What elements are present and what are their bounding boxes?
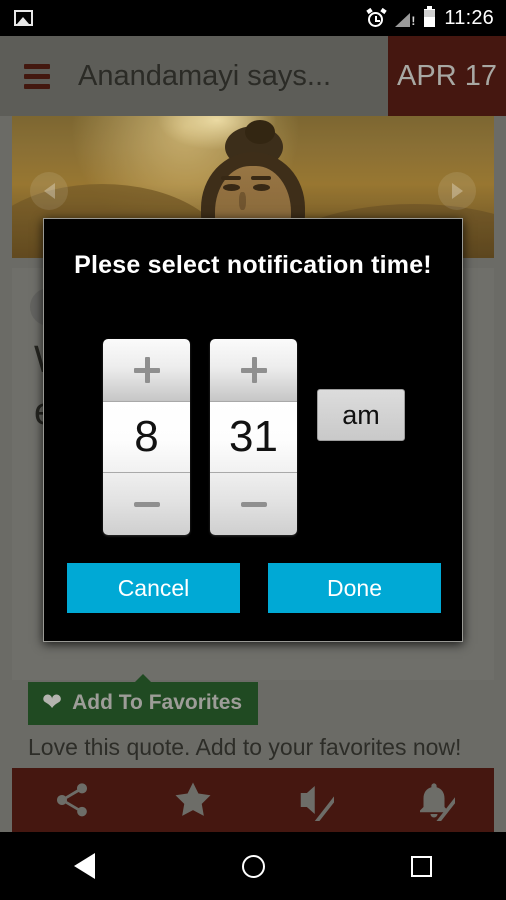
time-picker: 8 31 am <box>44 339 464 535</box>
home-circle-icon <box>241 854 265 878</box>
recents-square-icon <box>411 855 433 877</box>
signal-warning-icon: ! <box>395 10 415 27</box>
nav-recents-button[interactable] <box>337 855 506 877</box>
hour-value[interactable]: 8 <box>103 402 190 472</box>
minute-value[interactable]: 31 <box>210 402 297 472</box>
plus-icon <box>239 355 269 385</box>
done-button[interactable]: Done <box>268 563 441 613</box>
hour-spinner: 8 <box>103 339 190 535</box>
plus-icon <box>132 355 162 385</box>
hour-decrement-button[interactable] <box>103 472 190 535</box>
hour-increment-button[interactable] <box>103 339 190 402</box>
battery-icon <box>424 6 436 27</box>
android-nav-bar <box>0 832 506 900</box>
status-bar-left <box>0 10 33 26</box>
minute-increment-button[interactable] <box>210 339 297 402</box>
cancel-button[interactable]: Cancel <box>67 563 240 613</box>
back-triangle-icon <box>73 853 95 879</box>
alarm-icon <box>366 7 388 28</box>
minus-icon <box>133 501 160 507</box>
phone-screen: ! 11:26 Anandamayi says... APR 17 ❤ Add … <box>0 0 506 900</box>
minute-spinner: 31 <box>210 339 297 535</box>
dialog-title: Plese select notification time! <box>74 251 432 279</box>
minus-icon <box>240 501 267 507</box>
status-bar: ! 11:26 <box>0 0 506 36</box>
nav-home-button[interactable] <box>169 854 338 878</box>
nav-back-button[interactable] <box>0 853 169 879</box>
notification-time-dialog: Plese select notification time! 8 31 am … <box>43 218 463 642</box>
dialog-actions: Cancel Done <box>44 563 464 613</box>
image-icon <box>14 10 33 26</box>
status-bar-clock: 11:26 <box>444 6 494 29</box>
minute-decrement-button[interactable] <box>210 472 297 535</box>
meridiem-toggle[interactable]: am <box>317 389 405 441</box>
status-bar-right: ! 11:26 <box>366 6 506 30</box>
